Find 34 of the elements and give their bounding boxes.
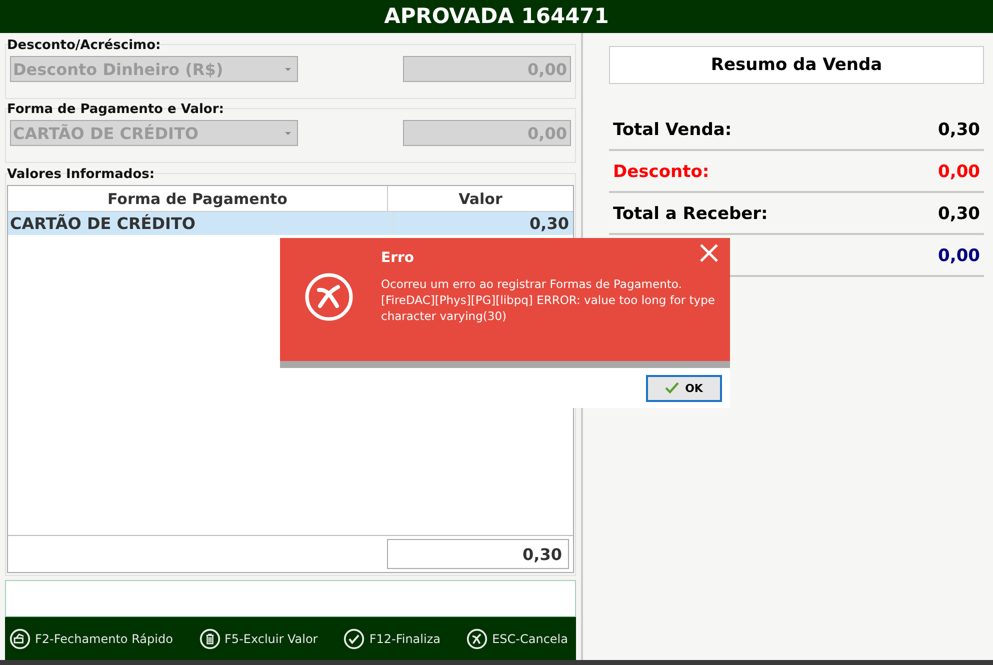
cancel-icon [466,628,488,650]
summary-value: 0,00 [938,162,980,182]
summary-value: 0,00 [938,246,980,266]
close-button[interactable] [698,242,720,264]
error-icon [304,272,354,322]
group-legend: Desconto/Acréscimo: [7,39,575,52]
check-icon [343,628,366,650]
table-cell: CARTÃO DE CRÉDITO [8,212,394,235]
summary-label: Total a Receber: [613,204,768,224]
column-header: Valor [458,188,504,210]
summary-title: Resumo da Venda [609,46,984,84]
trash-icon [198,628,221,650]
column-header: Forma de Pagamento [8,186,388,211]
summary-value: 0,30 [938,120,980,140]
summary-label: Desconto: [613,162,710,182]
group-legend: Forma de Pagamento e Valor: [7,103,575,116]
shortcut-button[interactable]: F5-Excluir Valor [198,628,318,650]
shortcut-button[interactable]: F12-Finaliza [343,628,440,650]
group-legend: Valores Informados: [7,168,575,181]
total-field: 0,30 [387,539,569,569]
table-row[interactable]: CARTÃO DE CRÉDITO 0,30 [8,212,573,235]
check-icon [665,382,680,394]
shortcut-button[interactable]: ESC-Cancela [466,628,568,650]
input-field[interactable] [5,580,576,617]
header-title: APROVADA 164471 [0,0,993,33]
dialog-message: Ocorreu um erro ao registrar Formas de Pagamento. [FireDAC][Phys][PG][libpq] ERROR: value too long for type character varying(30) [381,276,716,324]
summary-label: Total Venda: [613,120,732,140]
dialog-title: Erro [381,250,414,266]
ok-button[interactable]: OK [646,374,722,402]
caret-icon [285,132,291,134]
summary-value: 0,30 [938,204,980,224]
caret-icon [285,68,291,70]
shortcut-button[interactable]: F2-Fechamento Rápido [9,628,173,650]
table-cell-text: 0,30 [528,213,570,235]
